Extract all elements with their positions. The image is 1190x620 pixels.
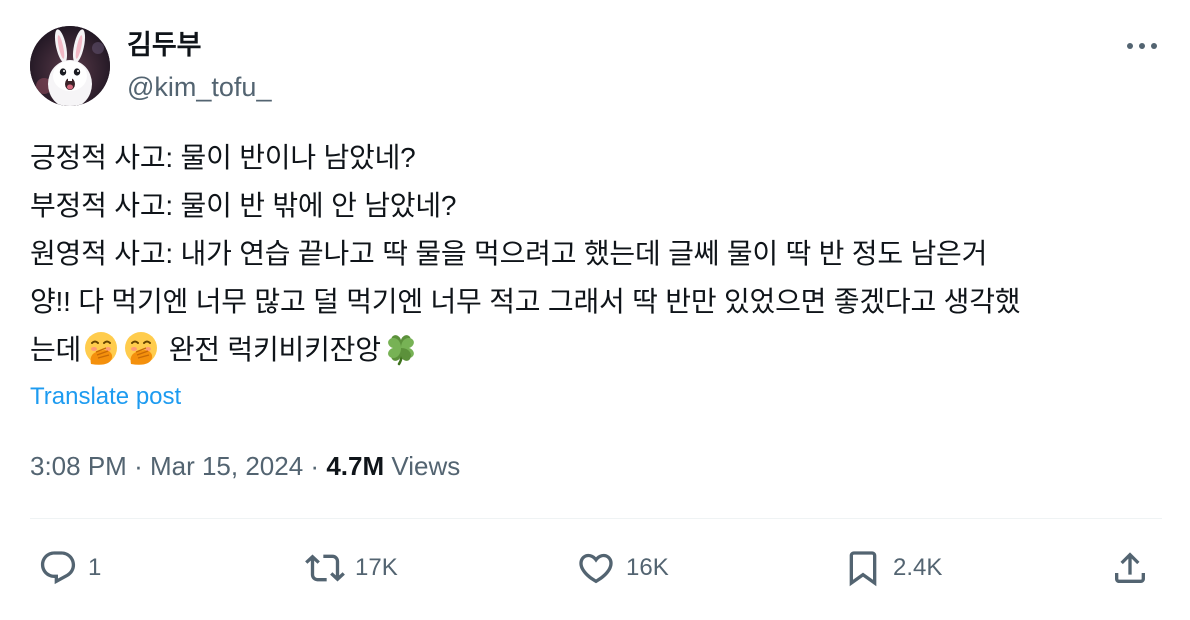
- repost-icon: [305, 554, 345, 582]
- face-with-hand-over-mouth-emoji: [85, 332, 118, 365]
- repost-count: 17K: [355, 554, 398, 581]
- post-line-tail: 완전 럭키비키잔앙: [168, 334, 381, 365]
- post-line-last: 는데 완전 럭키비키잔앙: [30, 326, 1165, 374]
- author-handle[interactable]: @kim_tofu_: [127, 70, 271, 104]
- more-horizontal-icon: [1127, 43, 1157, 49]
- reply-button[interactable]: 1: [38, 546, 101, 590]
- avatar[interactable]: [30, 26, 110, 106]
- post-date[interactable]: Mar 15, 2024: [150, 451, 303, 481]
- share-button[interactable]: [1110, 546, 1150, 590]
- like-button[interactable]: 16K: [576, 546, 669, 590]
- avatar-image: [30, 26, 110, 106]
- meta-separator: ·: [134, 451, 143, 481]
- post-line: 부정적 사고: 물이 반 밖에 안 남았네?: [30, 190, 457, 221]
- post-text: 긍정적 사고: 물이 반이나 남았네? 부정적 사고: 물이 반 밖에 안 남았…: [30, 134, 1165, 374]
- reply-count: 1: [88, 554, 102, 581]
- heart-icon: [579, 553, 613, 584]
- post-meta: 3:08 PM · Mar 15, 2024 · 4.7M Views: [30, 448, 460, 484]
- post-line: 양!! 다 먹기엔 너무 많고 덜 먹기엔 너무 적고 그래서 딱 반만 있었으…: [30, 286, 1021, 317]
- post-time[interactable]: 3:08 PM: [30, 451, 127, 481]
- views-count: 4.7M: [326, 451, 385, 481]
- reply-icon: [40, 551, 76, 585]
- translate-post-link[interactable]: Translate post: [30, 380, 181, 414]
- post-line: 원영적 사고: 내가 연습 끝나고 딱 물을 먹으려고 했는데 글쎄 물이 딱 …: [30, 238, 988, 269]
- tweet-card: 김두부 @kim_tofu_ 긍정적 사고: 물이 반이나 남았네? 부정적 사…: [0, 0, 1190, 620]
- author-name[interactable]: 김두부: [127, 28, 202, 62]
- bookmark-button[interactable]: 2.4K: [843, 546, 942, 590]
- divider: [30, 518, 1162, 519]
- face-with-hand-over-mouth-emoji: [125, 332, 158, 365]
- post-line: 긍정적 사고: 물이 반이나 남았네?: [30, 142, 416, 173]
- post-line-start: 는데: [30, 334, 82, 365]
- meta-separator: ·: [310, 451, 320, 481]
- more-button[interactable]: [1122, 34, 1162, 58]
- bookmark-icon: [849, 551, 877, 587]
- bookmark-count: 2.4K: [893, 554, 943, 581]
- views-label: Views: [391, 451, 461, 481]
- share-icon: [1115, 552, 1145, 583]
- like-count: 16K: [626, 554, 669, 581]
- four-leaf-clover-emoji: [387, 335, 414, 366]
- repost-button[interactable]: 17K: [305, 546, 398, 590]
